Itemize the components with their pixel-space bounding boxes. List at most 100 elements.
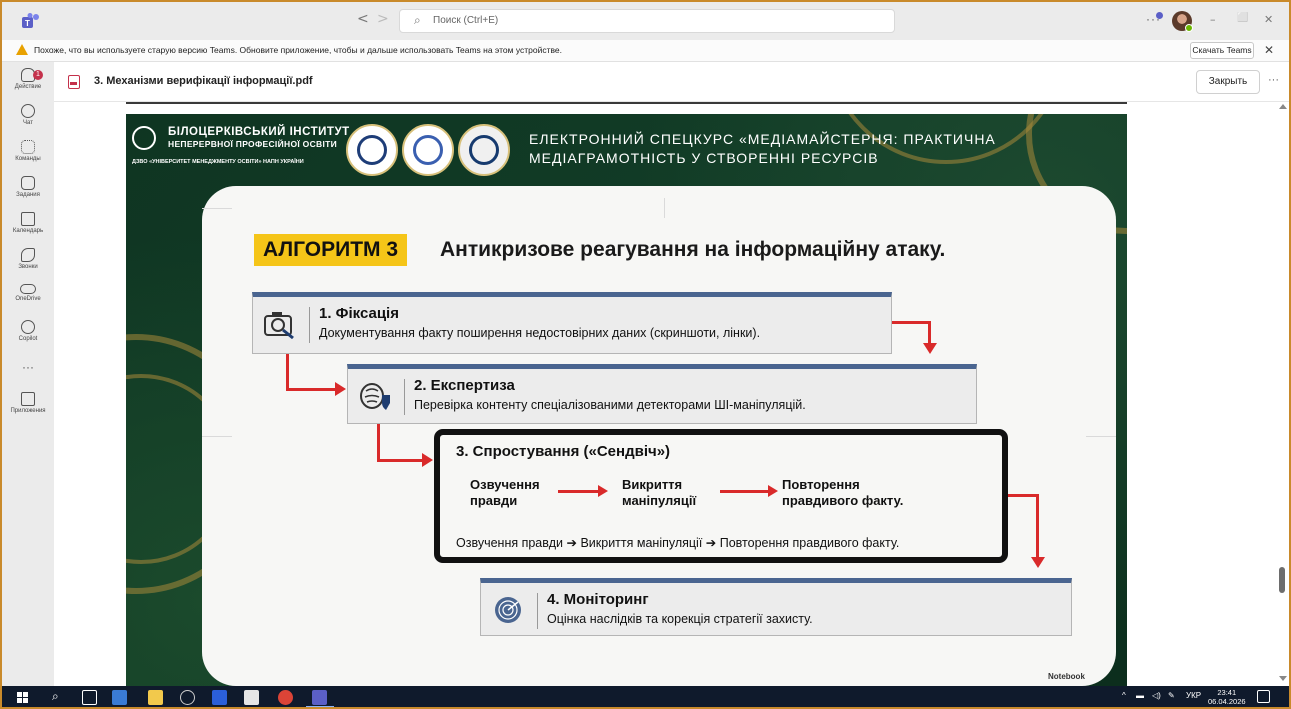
step-title: 2. Експертиза: [414, 377, 515, 394]
pdf-page: БІЛОЦЕРКІВСЬКИЙ ІНСТИТУТ НЕПЕРЕРВНОЇ ПРО…: [126, 114, 1127, 686]
input-language[interactable]: УКР: [1186, 691, 1201, 700]
pdf-viewer[interactable]: БІЛОЦЕРКІВСЬКИЙ ІНСТИТУТ НЕПЕРЕРВНОЇ ПРО…: [54, 102, 1289, 686]
start-logo-tile: [23, 692, 28, 697]
notes-app-icon[interactable]: [244, 690, 259, 705]
flow-arrow-head: [422, 453, 433, 467]
scroll-up-arrow-icon[interactable]: [1279, 104, 1287, 109]
crop-mark: [202, 436, 232, 437]
rail-more-button[interactable]: ···: [2, 360, 54, 374]
calendar-icon: [21, 212, 35, 226]
activity-badge: 1: [33, 70, 43, 80]
flow-arrow-head: [923, 343, 937, 354]
institute-name: БІЛОЦЕРКІВСЬКИЙ ІНСТИТУТ: [168, 126, 350, 138]
rail-item-label: Команды: [15, 156, 41, 162]
flow-arrow: [1036, 494, 1039, 558]
file-name: 3. Механізми верифікації інформації.pdf: [94, 75, 313, 87]
rail-item-chat[interactable]: Чат: [2, 104, 54, 126]
scroll-thumb[interactable]: [1279, 567, 1285, 593]
rail-item-activity[interactable]: Действие 1: [2, 68, 54, 90]
close-notification-button[interactable]: ✕: [1264, 43, 1274, 57]
teams-icon: [21, 140, 35, 154]
forward-button[interactable]: >: [377, 11, 389, 27]
phone-icon: [21, 248, 35, 262]
rail-item-teams[interactable]: Команды: [2, 140, 54, 162]
teams-taskbar-icon[interactable]: [312, 690, 327, 705]
volume-icon[interactable]: ◁): [1152, 691, 1161, 700]
teams-logo-icon[interactable]: T: [22, 13, 40, 29]
taskbar-clock[interactable]: 23:41 06.04.2026: [1208, 688, 1246, 706]
step-divider: [309, 307, 310, 343]
file-more-button[interactable]: ···: [1268, 74, 1279, 86]
maximize-button[interactable]: ⬜: [1237, 13, 1248, 23]
pen-icon[interactable]: ✎: [1168, 691, 1175, 700]
taskbar-search-icon[interactable]: ⌕: [52, 689, 59, 704]
rail-item-label: Задания: [16, 192, 40, 198]
brain-shield-icon: [360, 383, 390, 410]
file-header: 3. Механізми верифікації інформації.pdf …: [54, 62, 1289, 102]
rail-item-label: Приложения: [10, 408, 46, 414]
notification-center-icon[interactable]: [1257, 690, 1270, 703]
warning-icon: [16, 44, 28, 55]
rail-item-apps[interactable]: Приложения: [2, 392, 54, 414]
pdf-file-icon: [68, 75, 80, 89]
institute-parent: ДЗВО «УНІВЕРСИТЕТ МЕНЕДЖМЕНТУ ОСВІТИ» НА…: [132, 159, 304, 165]
flow-arrow: [286, 354, 289, 389]
clock-time: 23:41: [1217, 688, 1237, 697]
flow-arrow: [286, 388, 336, 391]
cloud-icon: [20, 284, 36, 294]
start-button[interactable]: [17, 692, 29, 704]
close-file-button[interactable]: Закрыть: [1196, 70, 1260, 94]
flow-arrow: [377, 459, 423, 462]
notification-text: Похоже, что вы используете старую версию…: [34, 45, 562, 55]
presence-status-icon: [1185, 24, 1193, 32]
crop-mark: [1086, 436, 1116, 437]
file-explorer-icon[interactable]: [148, 690, 163, 705]
step-title: 4. Моніторинг: [547, 591, 649, 608]
step-fixation: 1. Фіксація Документування факту поширен…: [252, 292, 892, 354]
update-notification-bar: Похоже, что вы используете старую версию…: [2, 40, 1289, 62]
sandwich-item-truth: Озвучення правди: [470, 477, 540, 508]
network-icon[interactable]: ▬: [1136, 691, 1144, 700]
flow-arrow-head: [1031, 557, 1045, 568]
step-description: Документування факту поширення недостові…: [319, 326, 761, 340]
copilot-icon: [21, 320, 35, 334]
algorithm-tag: АЛГОРИТМ 3: [254, 234, 408, 266]
rail-item-assignments[interactable]: Задания: [2, 176, 54, 198]
rail-item-label: Действие: [14, 84, 42, 90]
sandwich-summary: Озвучення правди ➔ Викриття маніпуляції …: [456, 536, 900, 550]
rail-item-calendar[interactable]: Календарь: [2, 212, 54, 234]
crop-mark: [202, 208, 232, 209]
rail-item-label: Звонки: [18, 264, 38, 270]
flow-arrow: [1008, 494, 1038, 497]
assignments-icon: [21, 176, 35, 190]
rail-item-onedrive[interactable]: OneDrive: [2, 284, 54, 302]
sandwich-item-repeat: Повторення правдивого факту.: [782, 477, 904, 508]
scroll-down-arrow-icon[interactable]: [1279, 676, 1287, 681]
step-divider: [537, 593, 538, 629]
algorithm-card: АЛГОРИТМ 3 Антикризове реагування на інф…: [202, 186, 1116, 686]
rail-item-copilot[interactable]: Copilot: [2, 320, 54, 342]
vertical-scrollbar[interactable]: [1276, 102, 1289, 686]
flow-arrow: [892, 321, 930, 324]
course-title: ЕЛЕКТРОННИЙ СПЕЦКУРС «МЕДІАМАЙСТЕРНЯ: ПР…: [529, 131, 996, 166]
start-logo-tile: [23, 698, 28, 703]
close-window-button[interactable]: ✕: [1264, 13, 1273, 26]
rail-item-calls[interactable]: Звонки: [2, 248, 54, 270]
title-bar: T < > ⌕ Поиск (Ctrl+E) ··· – ⬜ ✕: [2, 2, 1289, 40]
chrome-icon[interactable]: [278, 690, 293, 705]
tray-chevron-icon[interactable]: ^: [1122, 691, 1126, 700]
counter-app-icon[interactable]: [180, 690, 195, 705]
download-teams-button[interactable]: Скачать Teams: [1190, 42, 1254, 59]
flow-arrow: [377, 424, 380, 460]
media-player-icon[interactable]: [112, 690, 127, 705]
word-icon[interactable]: [212, 690, 227, 705]
search-placeholder: Поиск (Ctrl+E): [433, 15, 499, 26]
task-view-icon[interactable]: [82, 690, 97, 705]
svg-text:T: T: [25, 19, 30, 28]
emblem-book-icon: [402, 124, 454, 176]
camera-search-icon: [264, 312, 294, 339]
clock-date: 06.04.2026: [1208, 697, 1246, 706]
search-input[interactable]: ⌕ Поиск (Ctrl+E): [399, 9, 895, 33]
back-button[interactable]: <: [357, 11, 369, 27]
minimize-button[interactable]: –: [1210, 13, 1216, 26]
